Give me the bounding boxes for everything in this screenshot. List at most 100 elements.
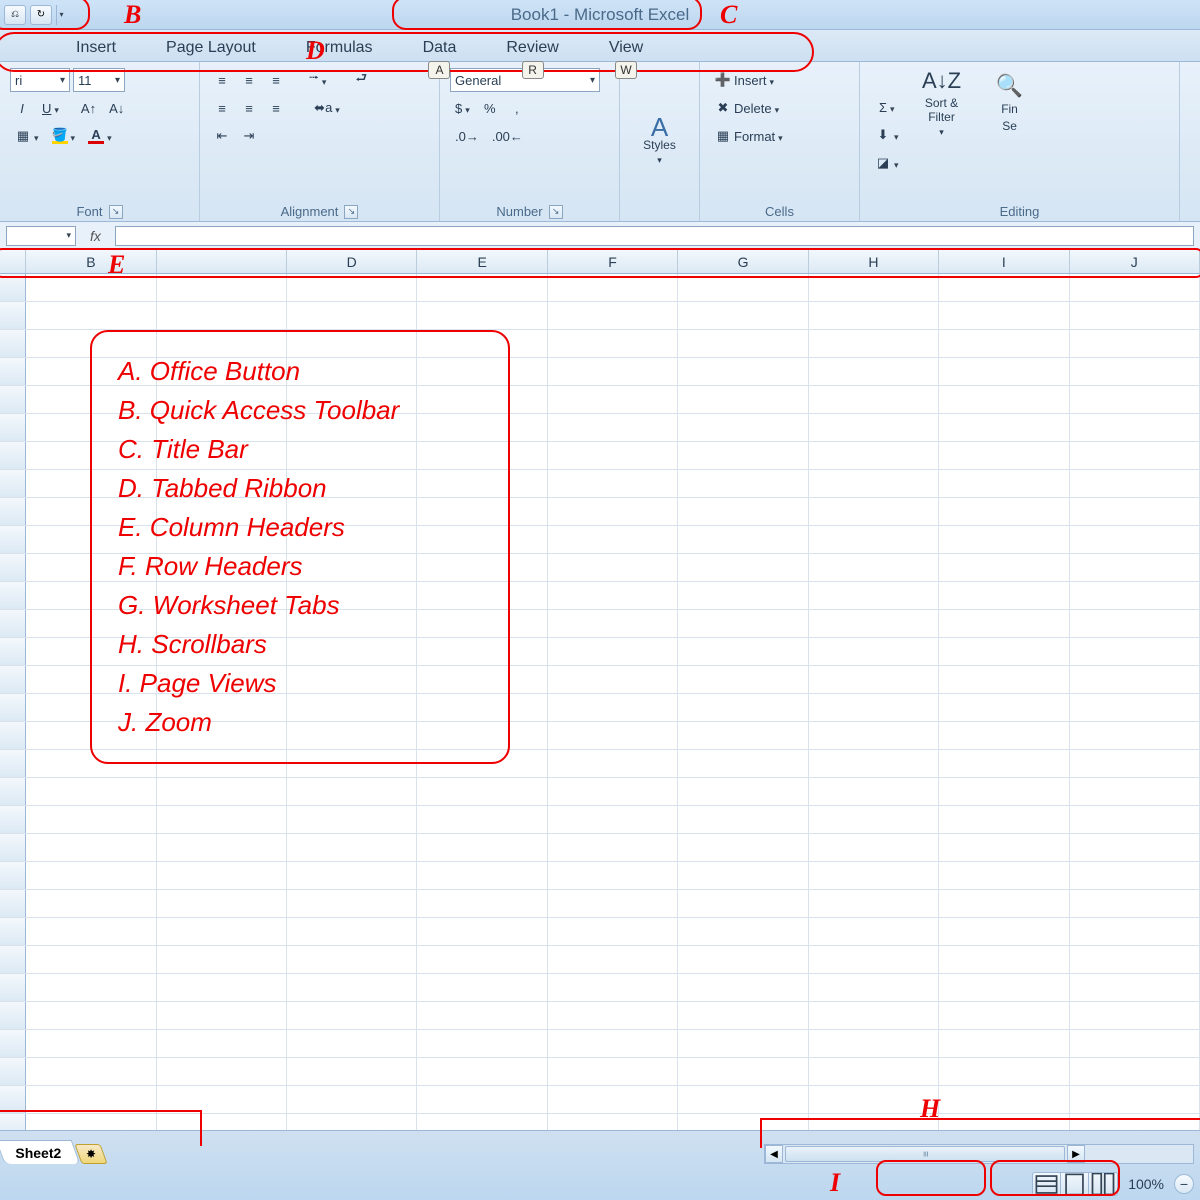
cell[interactable]: [939, 442, 1069, 469]
cell[interactable]: [26, 638, 156, 665]
cell[interactable]: [809, 414, 939, 441]
cell[interactable]: [678, 750, 808, 777]
cell[interactable]: [678, 1030, 808, 1057]
cell[interactable]: [548, 302, 678, 329]
cell[interactable]: [809, 302, 939, 329]
cell[interactable]: [1070, 582, 1200, 609]
cell[interactable]: [678, 918, 808, 945]
decrease-decimal-button[interactable]: .00←: [487, 124, 528, 148]
cell[interactable]: [678, 974, 808, 1001]
column-header[interactable]: H: [809, 250, 939, 273]
cell[interactable]: [26, 386, 156, 413]
row-header[interactable]: [0, 498, 26, 525]
cell[interactable]: [287, 890, 417, 917]
cell[interactable]: [417, 498, 547, 525]
cell[interactable]: [157, 946, 287, 973]
cell[interactable]: [939, 274, 1069, 301]
align-center-button[interactable]: ≡: [237, 96, 261, 120]
row-header[interactable]: [0, 638, 26, 665]
cell[interactable]: [678, 1002, 808, 1029]
cell[interactable]: [548, 638, 678, 665]
cell[interactable]: [809, 582, 939, 609]
cell[interactable]: [548, 750, 678, 777]
cell[interactable]: [1070, 946, 1200, 973]
cell[interactable]: [287, 470, 417, 497]
cell[interactable]: [26, 302, 156, 329]
percent-format-button[interactable]: %: [478, 96, 502, 120]
cell[interactable]: [939, 918, 1069, 945]
cell[interactable]: [809, 610, 939, 637]
increase-indent-button[interactable]: ⇥: [237, 124, 261, 148]
row-header[interactable]: [0, 862, 26, 889]
cell[interactable]: [157, 610, 287, 637]
cell[interactable]: [157, 1086, 287, 1113]
cell[interactable]: [678, 302, 808, 329]
cell[interactable]: [157, 834, 287, 861]
row-header[interactable]: [0, 666, 26, 693]
normal-view-button[interactable]: [1033, 1173, 1061, 1195]
cell[interactable]: [417, 666, 547, 693]
cell[interactable]: [809, 946, 939, 973]
qat-button[interactable]: ⎌: [4, 5, 26, 25]
cell[interactable]: [26, 722, 156, 749]
cell[interactable]: [417, 1030, 547, 1057]
tab-data[interactable]: DataA: [417, 35, 463, 61]
cell[interactable]: [678, 862, 808, 889]
row-header[interactable]: [0, 890, 26, 917]
cell[interactable]: [809, 666, 939, 693]
cell[interactable]: [1070, 694, 1200, 721]
align-left-button[interactable]: ≡: [210, 96, 234, 120]
cell[interactable]: [809, 1030, 939, 1057]
cell[interactable]: [417, 610, 547, 637]
cell[interactable]: [678, 694, 808, 721]
row-header[interactable]: [0, 414, 26, 441]
tab-insert[interactable]: Insert: [70, 35, 122, 61]
cell[interactable]: [26, 1086, 156, 1113]
cell[interactable]: [1070, 778, 1200, 805]
cell[interactable]: [939, 610, 1069, 637]
tab-page-layout[interactable]: Page Layout: [160, 35, 262, 61]
cell[interactable]: [1070, 750, 1200, 777]
cell[interactable]: [26, 890, 156, 917]
column-header[interactable]: [157, 250, 287, 273]
fill-color-button[interactable]: 🪣: [47, 124, 81, 148]
page-break-view-button[interactable]: [1089, 1173, 1117, 1195]
grow-font-button[interactable]: A↑: [76, 96, 101, 120]
cell[interactable]: [287, 274, 417, 301]
cell[interactable]: [157, 638, 287, 665]
select-all-corner[interactable]: [0, 250, 26, 273]
cell[interactable]: [287, 974, 417, 1001]
new-sheet-button[interactable]: ✸: [74, 1144, 107, 1164]
cell[interactable]: [678, 386, 808, 413]
border-button[interactable]: ▦: [10, 124, 44, 148]
cell[interactable]: [809, 806, 939, 833]
cell[interactable]: [417, 778, 547, 805]
cell[interactable]: [26, 946, 156, 973]
cell[interactable]: [939, 498, 1069, 525]
cell[interactable]: [417, 1086, 547, 1113]
font-color-button[interactable]: A: [83, 124, 117, 148]
align-bottom-button[interactable]: ≡: [264, 68, 288, 92]
cell[interactable]: [939, 974, 1069, 1001]
grid-rows[interactable]: [0, 274, 1200, 1160]
cell[interactable]: [939, 1002, 1069, 1029]
styles-button[interactable]: A Styles ▾: [636, 108, 684, 178]
cell[interactable]: [1070, 722, 1200, 749]
row-header[interactable]: [0, 806, 26, 833]
cell[interactable]: [157, 1058, 287, 1085]
tab-review[interactable]: ReviewR: [500, 35, 564, 61]
cell[interactable]: [939, 302, 1069, 329]
cell[interactable]: [157, 722, 287, 749]
cell[interactable]: [287, 722, 417, 749]
cell[interactable]: [1070, 554, 1200, 581]
italic-button[interactable]: I: [10, 96, 34, 120]
cell[interactable]: [1070, 890, 1200, 917]
cell[interactable]: [548, 694, 678, 721]
cell[interactable]: [157, 498, 287, 525]
cell[interactable]: [548, 974, 678, 1001]
font-size-combo[interactable]: 11: [73, 68, 125, 92]
cell[interactable]: [417, 974, 547, 1001]
cell[interactable]: [157, 778, 287, 805]
insert-cells-button[interactable]: ➕Insert: [710, 68, 840, 92]
cell[interactable]: [548, 722, 678, 749]
